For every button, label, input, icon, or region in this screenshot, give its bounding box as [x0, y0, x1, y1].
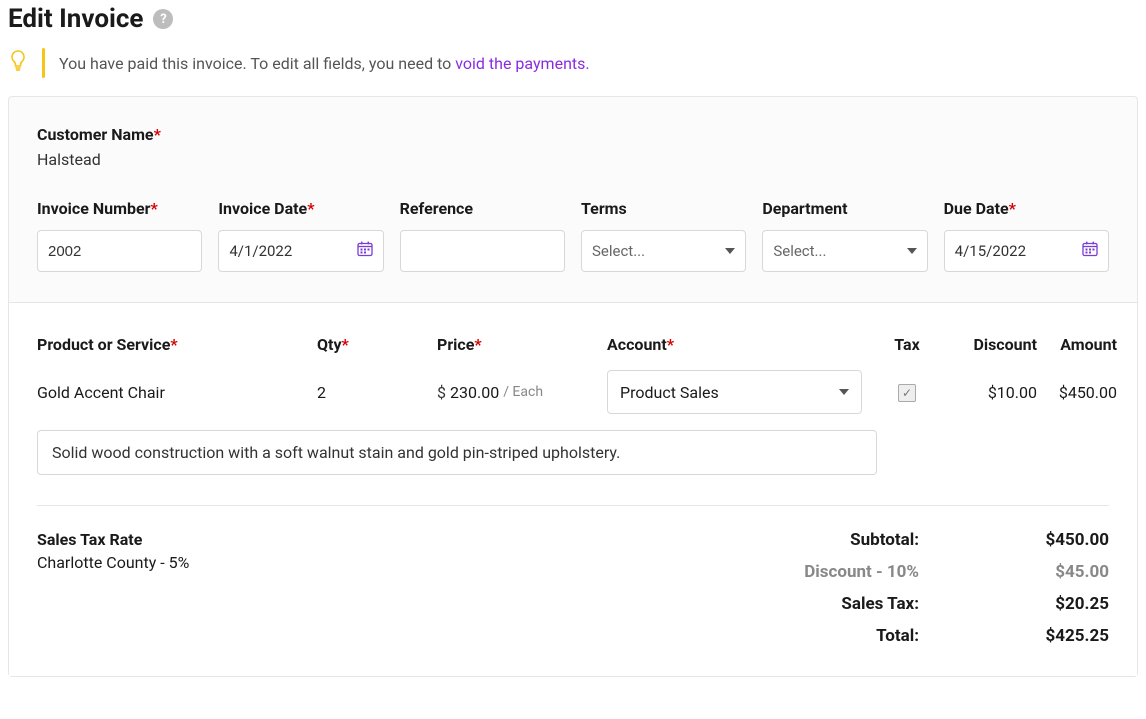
line-item-discount: $10.00 — [937, 383, 1037, 402]
total-value: $425.25 — [959, 626, 1109, 646]
line-item-amount: $450.00 — [1037, 383, 1117, 402]
tip-text: You have paid this invoice. To edit all … — [59, 54, 590, 73]
col-tax-label: Tax — [877, 335, 937, 354]
calendar-icon[interactable] — [1082, 241, 1098, 261]
customer-name-label: Customer Name* — [37, 125, 1109, 144]
tax-checkbox[interactable]: ✓ — [898, 384, 916, 402]
label-text: Price — [437, 335, 474, 354]
terms-select[interactable]: Select... — [581, 230, 746, 272]
discount-label: Discount - 10% — [804, 562, 919, 582]
account-select[interactable]: Product Sales — [607, 370, 862, 414]
terms-value: Select... — [592, 242, 645, 260]
price-unit: / Each — [503, 384, 543, 400]
col-qty-label: Qty* — [317, 335, 437, 354]
help-icon[interactable]: ? — [153, 9, 173, 29]
tip-text-prefix: You have paid this invoice. To edit all … — [59, 54, 455, 73]
tip-divider — [42, 48, 45, 78]
line-item-product: Gold Accent Chair — [37, 383, 317, 402]
calendar-icon[interactable] — [357, 241, 373, 261]
info-tip-bar: You have paid this invoice. To edit all … — [8, 40, 1138, 96]
required-mark: * — [307, 199, 314, 218]
required-mark: * — [170, 335, 177, 354]
salestax-value: $20.25 — [959, 594, 1109, 614]
required-mark: * — [150, 199, 157, 218]
price-currency: $ — [437, 383, 446, 402]
price-value: 230.00 — [450, 383, 499, 402]
due-date-value: 4/15/2022 — [955, 242, 1026, 260]
invoice-number-label: Invoice Number* — [37, 199, 202, 218]
required-mark: * — [1009, 199, 1016, 218]
col-amount-label: Amount — [1037, 335, 1117, 354]
lightbulb-icon — [8, 49, 28, 77]
label-text: Qty — [317, 335, 342, 354]
required-mark: * — [342, 335, 349, 354]
col-discount-label: Discount — [937, 335, 1037, 354]
required-mark: * — [474, 335, 481, 354]
terms-label: Terms — [581, 199, 746, 218]
department-label: Department — [762, 199, 927, 218]
due-date-label: Due Date* — [944, 199, 1109, 218]
required-mark: * — [667, 335, 674, 354]
label-text: Account — [607, 335, 667, 354]
account-value: Product Sales — [620, 383, 719, 402]
label-text: Product or Service — [37, 335, 170, 354]
page-title: Edit Invoice — [8, 4, 143, 34]
chevron-down-icon — [725, 248, 735, 254]
required-mark: * — [154, 125, 161, 144]
label-text: Due Date — [944, 199, 1009, 218]
chevron-down-icon — [907, 248, 917, 254]
line-item-qty: 2 — [317, 383, 437, 402]
label-text: Invoice Number — [37, 199, 150, 218]
col-price-label: Price* — [437, 335, 607, 354]
col-product-label: Product or Service* — [37, 335, 317, 354]
department-select[interactable]: Select... — [762, 230, 927, 272]
sales-tax-rate-label: Sales Tax Rate — [37, 530, 189, 549]
totals-block: Subtotal: $450.00 Discount - 10% $45.00 … — [804, 530, 1109, 646]
invoice-date-input[interactable]: 4/1/2022 — [218, 230, 383, 272]
reference-label: Reference — [400, 199, 565, 218]
label-text: Invoice Date — [218, 199, 307, 218]
separator — [37, 505, 1109, 506]
col-account-label: Account* — [607, 335, 877, 354]
invoice-date-label: Invoice Date* — [218, 199, 383, 218]
discount-value: $45.00 — [959, 562, 1109, 582]
reference-input[interactable] — [400, 230, 565, 272]
due-date-input[interactable]: 4/15/2022 — [944, 230, 1109, 272]
invoice-date-value: 4/1/2022 — [229, 242, 292, 260]
salestax-label: Sales Tax: — [804, 594, 919, 614]
invoice-number-input[interactable] — [37, 230, 202, 272]
checkmark-icon: ✓ — [902, 387, 912, 399]
department-value: Select... — [773, 242, 826, 260]
line-item-description[interactable]: Solid wood construction with a soft waln… — [37, 430, 877, 475]
line-item-row: Gold Accent Chair 2 $ 230.00 / Each Prod… — [37, 362, 1109, 430]
label-text: Customer Name — [37, 125, 154, 144]
customer-name-value: Halstead — [37, 150, 1109, 169]
total-label: Total: — [804, 626, 919, 646]
subtotal-label: Subtotal: — [804, 530, 919, 550]
sales-tax-rate-value: Charlotte County - 5% — [37, 553, 189, 572]
subtotal-value: $450.00 — [959, 530, 1109, 550]
chevron-down-icon — [839, 389, 849, 395]
void-payments-link[interactable]: void the payments. — [455, 54, 589, 73]
